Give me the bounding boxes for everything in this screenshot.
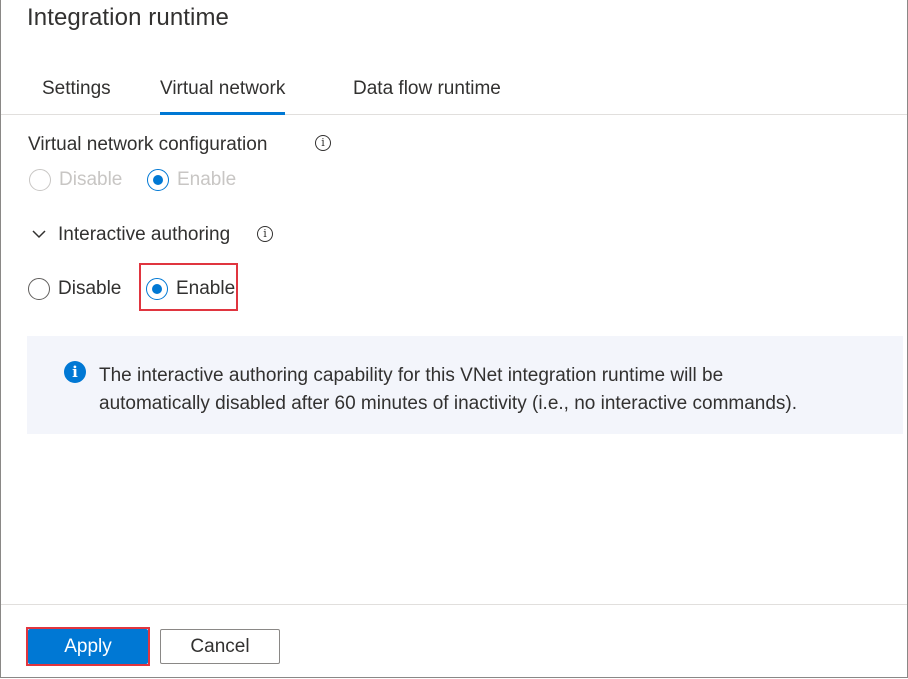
radio-label: Disable — [58, 278, 122, 299]
interactive-authoring-label[interactable]: Interactive authoring — [58, 224, 230, 246]
radio-circle — [29, 169, 51, 191]
radio-label: Enable — [177, 169, 237, 190]
tab-data-flow-runtime[interactable]: Data flow runtime — [353, 78, 501, 114]
radio-circle-checked — [146, 278, 168, 300]
integration-runtime-dialog: Integration runtime Settings Virtual net… — [0, 0, 908, 678]
tab-bar: Settings Virtual network Data flow runti… — [1, 74, 907, 115]
radio-circle-checked — [147, 169, 169, 191]
cancel-button[interactable]: Cancel — [160, 629, 280, 664]
tab-virtual-network[interactable]: Virtual network — [160, 78, 286, 115]
interactive-authoring-enable-radio[interactable]: Enable — [146, 278, 235, 300]
vnet-config-disable-radio[interactable]: Disable — [29, 169, 122, 191]
info-filled-icon: i — [64, 361, 86, 383]
vnet-config-enable-radio[interactable]: Enable — [147, 169, 236, 191]
radio-label: Enable — [176, 278, 236, 299]
info-message-line: automatically disabled after 60 minutes … — [99, 393, 798, 414]
info-message-line: The interactive authoring capability for… — [99, 365, 724, 386]
apply-button[interactable]: Apply — [28, 629, 148, 664]
info-icon[interactable]: i — [315, 135, 331, 151]
info-icon[interactable]: i — [257, 226, 273, 242]
tab-settings[interactable]: Settings — [42, 78, 111, 114]
radio-circle — [28, 278, 50, 300]
chevron-down-icon[interactable] — [31, 226, 47, 242]
info-message-text: The interactive authoring capability for… — [99, 362, 889, 418]
radio-label: Disable — [59, 169, 123, 190]
dialog-title: Integration runtime — [27, 4, 230, 31]
interactive-authoring-disable-radio[interactable]: Disable — [28, 278, 121, 300]
info-message-bar: i The interactive authoring capability f… — [27, 336, 903, 434]
vnet-config-label: Virtual network configuration — [28, 134, 268, 155]
footer-divider — [1, 604, 907, 605]
